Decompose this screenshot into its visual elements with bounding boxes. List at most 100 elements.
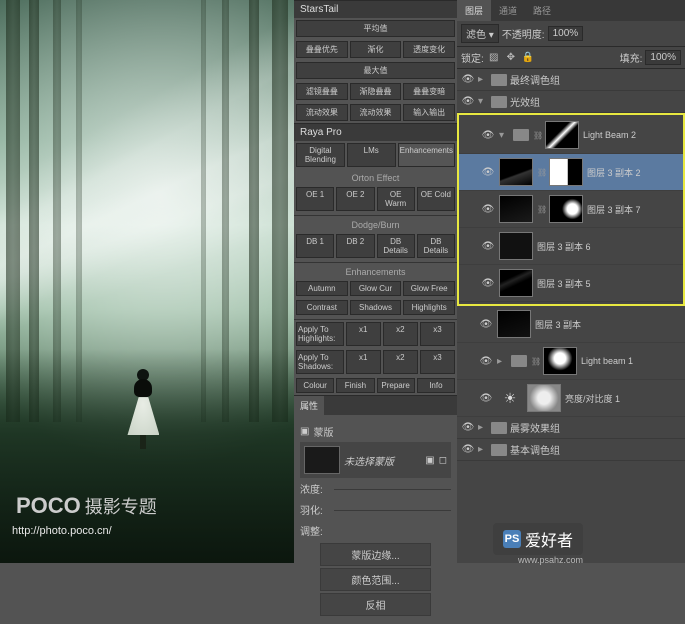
- lock-pixels-icon[interactable]: ▨: [487, 51, 501, 65]
- st-btn[interactable]: 输入输出: [403, 104, 455, 121]
- enh-btn[interactable]: Contrast: [296, 300, 348, 315]
- apply-hi-btn[interactable]: x1: [346, 322, 381, 346]
- visibility-icon[interactable]: 👁: [461, 73, 475, 87]
- layer-group[interactable]: 👁 ▸ 基本调色组: [457, 439, 685, 461]
- visibility-icon[interactable]: 👁: [461, 95, 475, 109]
- link-icon[interactable]: ⛓: [537, 168, 545, 177]
- oe-btn[interactable]: OE 1: [296, 187, 334, 211]
- link-icon[interactable]: ⛓: [533, 131, 541, 140]
- mask-thumb[interactable]: [543, 347, 577, 375]
- oe-btn[interactable]: OE 2: [336, 187, 374, 211]
- layers-list[interactable]: 👁 ▸ 最终调色组 👁 ▾ 光效组 👁 ▾ ⛓ Light Beam 2 👁: [457, 69, 685, 563]
- apply-sh-btn[interactable]: x2: [383, 350, 418, 374]
- st-btn[interactable]: 流动效果: [296, 104, 348, 121]
- blend-mode-select[interactable]: 滤色 ▾: [461, 24, 499, 43]
- rp-bottom-btn[interactable]: Finish: [336, 378, 374, 393]
- rp-tab[interactable]: Enhancements: [398, 143, 455, 167]
- tab-channels[interactable]: 通道: [491, 0, 525, 21]
- layer-row[interactable]: 👁 图层 3 副本 6: [459, 228, 683, 265]
- st-btn[interactable]: 最大值: [296, 62, 455, 79]
- mask-thumb[interactable]: [549, 158, 583, 186]
- density-value[interactable]: [334, 487, 451, 490]
- expand-icon[interactable]: ▸: [497, 356, 507, 367]
- opacity-value[interactable]: 100%: [548, 26, 584, 41]
- oe-btn[interactable]: OE Warm: [377, 187, 415, 211]
- rp-tab[interactable]: Digital Blending: [296, 143, 345, 167]
- st-btn[interactable]: 叠叠变暗: [403, 83, 455, 100]
- visibility-icon[interactable]: 👁: [479, 317, 493, 331]
- db-btn[interactable]: DB 2: [336, 234, 374, 258]
- apply-hi-btn[interactable]: x2: [383, 322, 418, 346]
- layer-group[interactable]: 👁 ▾ 光效组: [457, 91, 685, 113]
- apply-hi-btn[interactable]: x3: [420, 322, 455, 346]
- db-btn[interactable]: DB Details: [417, 234, 455, 258]
- layer-thumb[interactable]: [499, 195, 533, 223]
- link-icon[interactable]: ⛓: [531, 357, 539, 366]
- expand-icon[interactable]: ▸: [478, 74, 488, 85]
- enh-btn[interactable]: Glow Free: [403, 281, 455, 296]
- link-icon[interactable]: ⛓: [537, 205, 545, 214]
- layer-group[interactable]: 👁 ▸ 晨雾效果组: [457, 417, 685, 439]
- visibility-icon[interactable]: 👁: [479, 354, 493, 368]
- visibility-icon[interactable]: 👁: [481, 276, 495, 290]
- adj-thumb[interactable]: [527, 384, 561, 412]
- rp-tab[interactable]: LMs: [347, 143, 396, 167]
- lock-all-icon[interactable]: 🔒: [521, 51, 535, 65]
- layer-thumb[interactable]: [497, 310, 531, 338]
- layer-row[interactable]: 👁 图层 3 副本: [457, 306, 685, 343]
- st-btn[interactable]: 渐化: [350, 41, 402, 58]
- enh-btn[interactable]: Highlights: [403, 300, 455, 315]
- mask-vector-icon[interactable]: ◻: [439, 455, 447, 466]
- invert-btn[interactable]: 反相: [320, 593, 431, 616]
- layer-row[interactable]: 👁 ▸ ⛓ Light beam 1: [457, 343, 685, 380]
- layer-group[interactable]: 👁 ▸ 最终调色组: [457, 69, 685, 91]
- visibility-icon[interactable]: 👁: [481, 239, 495, 253]
- visibility-icon[interactable]: 👁: [481, 202, 495, 216]
- st-btn[interactable]: 叠叠优先: [296, 41, 348, 58]
- tab-layers[interactable]: 图层: [457, 0, 491, 21]
- st-btn[interactable]: 流动效果: [350, 104, 402, 121]
- visibility-icon[interactable]: 👁: [481, 128, 495, 142]
- apply-sh-btn[interactable]: x3: [420, 350, 455, 374]
- enh-btn[interactable]: Shadows: [350, 300, 402, 315]
- props-tab[interactable]: 属性: [294, 396, 324, 415]
- rp-bottom-btn[interactable]: Prepare: [377, 378, 415, 393]
- visibility-icon[interactable]: 👁: [461, 443, 475, 457]
- rp-bottom-btn[interactable]: Colour: [296, 378, 334, 393]
- db-btn[interactable]: DB 1: [296, 234, 334, 258]
- visibility-icon[interactable]: 👁: [481, 165, 495, 179]
- st-btn[interactable]: 渐隐叠叠: [350, 83, 402, 100]
- mask-thumb[interactable]: [549, 195, 583, 223]
- expand-icon[interactable]: ▸: [478, 444, 488, 455]
- color-range-btn[interactable]: 颜色范围...: [320, 568, 431, 591]
- enh-btn[interactable]: Glow Cur: [350, 281, 402, 296]
- tab-paths[interactable]: 路径: [525, 0, 559, 21]
- lock-position-icon[interactable]: ✥: [504, 51, 518, 65]
- layer-row[interactable]: 👁 图层 3 副本 5: [459, 265, 683, 302]
- expand-icon[interactable]: ▾: [499, 130, 509, 141]
- st-btn[interactable]: 平均值: [296, 20, 455, 37]
- st-btn[interactable]: 透度变化: [403, 41, 455, 58]
- oe-btn[interactable]: OE Cold: [417, 187, 455, 211]
- layer-row[interactable]: 👁 ⛓ 图层 3 副本 2: [459, 154, 683, 191]
- layer-thumb[interactable]: [499, 269, 533, 297]
- visibility-icon[interactable]: 👁: [461, 421, 475, 435]
- mask-thumb[interactable]: [545, 121, 579, 149]
- feather-value[interactable]: [334, 508, 451, 511]
- layer-row[interactable]: 👁 ☀ 亮度/对比度 1: [457, 380, 685, 417]
- rp-bottom-btn[interactable]: Info: [417, 378, 455, 393]
- expand-icon[interactable]: ▸: [478, 422, 488, 433]
- db-btn[interactable]: DB Details: [377, 234, 415, 258]
- layer-row[interactable]: 👁 ⛓ 图层 3 副本 7: [459, 191, 683, 228]
- mask-pixel-icon[interactable]: ▣: [425, 455, 434, 466]
- document-canvas[interactable]: POCO摄影专题 http://photo.poco.cn/: [0, 0, 294, 563]
- layer-thumb[interactable]: [499, 158, 533, 186]
- st-btn[interactable]: 滤镜叠叠: [296, 83, 348, 100]
- expand-icon[interactable]: ▾: [478, 96, 488, 107]
- fill-value[interactable]: 100%: [645, 50, 681, 65]
- layer-thumb[interactable]: [499, 232, 533, 260]
- layer-row[interactable]: 👁 ▾ ⛓ Light Beam 2: [459, 117, 683, 154]
- apply-sh-btn[interactable]: x1: [346, 350, 381, 374]
- enh-btn[interactable]: Autumn: [296, 281, 348, 296]
- visibility-icon[interactable]: 👁: [479, 391, 493, 405]
